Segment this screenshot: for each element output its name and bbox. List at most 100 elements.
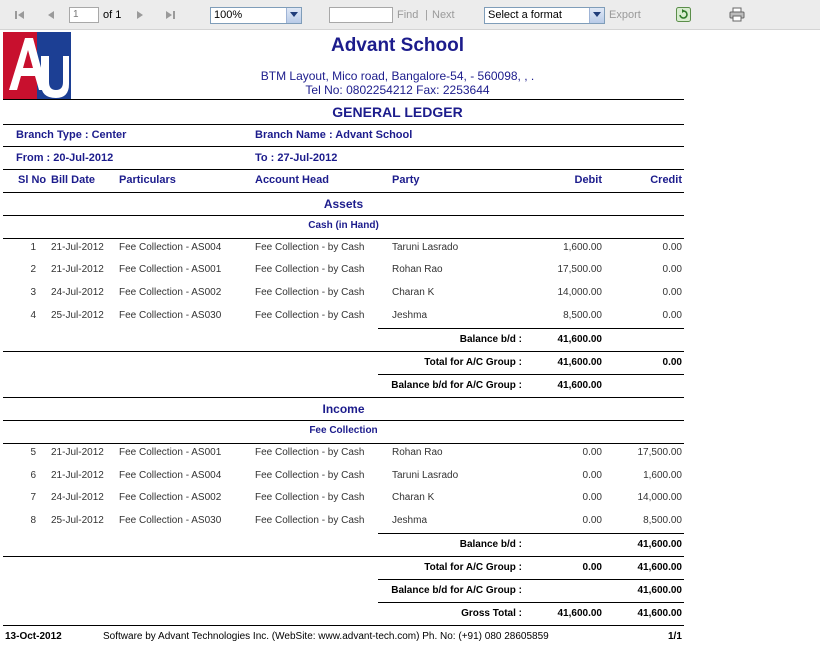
ledger-row: 6 21-Jul-2012 Fee Collection - AS004 Fee… — [0, 470, 690, 484]
first-page-icon[interactable] — [14, 9, 26, 21]
particulars-cell: Fee Collection - AS030 — [119, 310, 222, 321]
account-head-cell: Fee Collection - by Cash — [255, 242, 365, 253]
party-cell: Taruni Lasrado — [392, 242, 459, 253]
group-balance-label: Balance b/d for A/C Group : — [391, 585, 522, 596]
divider — [3, 99, 684, 100]
page-count-label: of 1 — [103, 9, 122, 21]
branch-type: Branch Type : Center — [16, 129, 127, 141]
bill-date-cell: 21-Jul-2012 — [51, 470, 104, 481]
divider — [3, 146, 684, 147]
chevron-down-icon[interactable] — [286, 8, 301, 23]
export-link[interactable]: Export — [609, 9, 641, 21]
party-cell: Jeshma — [392, 515, 428, 526]
branch-name: Branch Name : Advant School — [255, 129, 413, 141]
find-input[interactable] — [329, 7, 393, 23]
bill-date-cell: 25-Jul-2012 — [51, 515, 104, 526]
debit-cell: 0.00 — [582, 447, 602, 458]
last-page-icon[interactable] — [164, 9, 176, 21]
column-header-account-head: Account Head — [255, 174, 329, 186]
divider — [3, 625, 684, 626]
ledger-row: 8 25-Jul-2012 Fee Collection - AS030 Fee… — [0, 515, 690, 529]
ledger-row: 3 24-Jul-2012 Fee Collection - AS002 Fee… — [0, 287, 690, 301]
debit-cell: 17,500.00 — [557, 264, 603, 275]
balance-debit: 41,600.00 — [557, 334, 603, 345]
balance-row: Balance b/d : 41,600.00 — [0, 539, 690, 553]
sl-no-cell: 1 — [30, 242, 36, 253]
gross-total-debit: 41,600.00 — [557, 608, 603, 619]
footer-software: Software by Advant Technologies Inc. (We… — [103, 631, 549, 642]
column-header-particulars: Particulars — [119, 174, 176, 186]
debit-cell: 1,600.00 — [563, 242, 602, 253]
next-page-icon[interactable] — [134, 9, 146, 21]
party-cell: Jeshma — [392, 310, 428, 321]
column-header-bill-date: Bill Date — [51, 174, 96, 186]
divider — [3, 192, 684, 193]
group-title-fee-collection: Fee Collection — [309, 425, 378, 436]
ledger-row: 2 21-Jul-2012 Fee Collection - AS001 Fee… — [0, 264, 690, 278]
divider — [3, 556, 684, 557]
group-total-debit: 41,600.00 — [557, 357, 603, 368]
group-balance-credit: 41,600.00 — [637, 585, 683, 596]
account-head-cell: Fee Collection - by Cash — [255, 264, 365, 275]
debit-cell: 0.00 — [582, 470, 602, 481]
credit-cell: 14,000.00 — [637, 492, 683, 503]
group-balance-debit: 41,600.00 — [557, 380, 603, 391]
next-link[interactable]: Next — [432, 9, 455, 21]
column-header-party: Party — [392, 174, 420, 186]
particulars-cell: Fee Collection - AS002 — [119, 492, 222, 503]
divider — [3, 397, 684, 398]
sl-no-cell: 3 — [30, 287, 36, 298]
bill-date-cell: 21-Jul-2012 — [51, 447, 104, 458]
export-format-select[interactable]: Select a format — [484, 7, 605, 24]
divider — [3, 169, 684, 170]
credit-cell: 8,500.00 — [643, 515, 682, 526]
credit-cell: 0.00 — [662, 287, 682, 298]
ledger-row: 5 21-Jul-2012 Fee Collection - AS001 Fee… — [0, 447, 690, 461]
gross-total-credit: 41,600.00 — [637, 608, 683, 619]
ledger-row: 4 25-Jul-2012 Fee Collection - AS030 Fee… — [0, 310, 690, 324]
gross-total-row: Gross Total : 41,600.00 41,600.00 — [0, 608, 690, 622]
sl-no-cell: 5 — [30, 447, 36, 458]
party-cell: Taruni Lasrado — [392, 470, 459, 481]
divider — [3, 443, 684, 444]
group-total-credit: 0.00 — [662, 357, 682, 368]
balance-credit: 41,600.00 — [637, 539, 683, 550]
date-to: To : 27-Jul-2012 — [255, 152, 338, 164]
group-total-row: Total for A/C Group : 0.00 41,600.00 — [0, 562, 690, 576]
group-balance-row: Balance b/d for A/C Group : 41,600.00 — [0, 380, 690, 394]
page-number-input[interactable]: 1 — [69, 7, 99, 23]
credit-cell: 0.00 — [662, 242, 682, 253]
school-contact: Tel No: 0802254212 Fax: 2253644 — [305, 83, 490, 97]
credit-cell: 1,600.00 — [643, 470, 682, 481]
report-toolbar: 1 of 1 100% Find | Next Select a format … — [0, 0, 820, 30]
balance-row: Balance b/d : 41,600.00 — [0, 334, 690, 348]
balance-label: Balance b/d : — [459, 539, 522, 550]
refresh-icon[interactable] — [676, 7, 691, 22]
zoom-select[interactable]: 100% — [210, 7, 302, 24]
group-balance-label: Balance b/d for A/C Group : — [391, 380, 522, 391]
print-icon[interactable] — [729, 7, 745, 22]
divider — [378, 602, 684, 603]
chevron-down-icon[interactable] — [589, 8, 604, 23]
divider — [3, 420, 684, 421]
school-logo — [3, 32, 71, 99]
footer-page-number: 1/1 — [668, 631, 682, 642]
account-head-cell: Fee Collection - by Cash — [255, 515, 365, 526]
find-link[interactable]: Find — [397, 9, 418, 21]
group-title-cash: Cash (in Hand) — [308, 220, 379, 231]
group-total-label: Total for A/C Group : — [424, 357, 522, 368]
toolbar-separator: | — [425, 9, 428, 21]
group-total-row: Total for A/C Group : 41,600.00 0.00 — [0, 357, 690, 371]
ledger-row: 7 24-Jul-2012 Fee Collection - AS002 Fee… — [0, 492, 690, 506]
sl-no-cell: 4 — [30, 310, 36, 321]
credit-cell: 17,500.00 — [637, 447, 683, 458]
previous-page-icon[interactable] — [45, 9, 57, 21]
party-cell: Rohan Rao — [392, 264, 443, 275]
report-title: GENERAL LEDGER — [332, 104, 463, 120]
divider — [3, 351, 684, 352]
party-cell: Rohan Rao — [392, 447, 443, 458]
zoom-value: 100% — [214, 9, 243, 21]
section-title-assets: Assets — [323, 197, 364, 211]
column-header-sl-no: Sl No — [18, 174, 47, 186]
school-name: Advant School — [330, 35, 464, 56]
